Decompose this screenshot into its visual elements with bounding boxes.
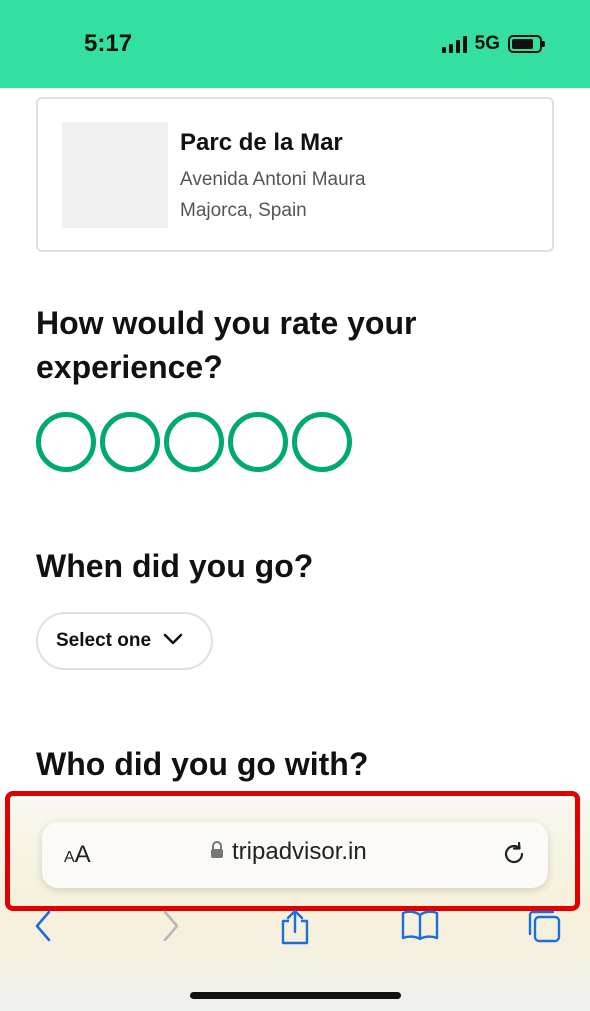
- back-icon[interactable]: [32, 908, 54, 949]
- place-thumbnail: [62, 122, 168, 228]
- rating-bubble-3[interactable]: [164, 412, 224, 472]
- status-bar: 5:17 5G: [0, 0, 590, 88]
- home-indicator: [190, 992, 401, 999]
- when-select-value: Select one: [56, 630, 152, 651]
- place-card[interactable]: Parc de la Mar Avenida Antoni Maura Majo…: [36, 97, 554, 252]
- battery-icon: [508, 35, 545, 53]
- rating-question: How would you rate your experience?: [36, 305, 417, 385]
- when-question: When did you go?: [36, 548, 314, 584]
- bookmarks-icon[interactable]: [400, 908, 440, 947]
- status-indicators: 5G: [441, 33, 545, 55]
- chevron-down-icon: [163, 632, 183, 650]
- highlight-box: [5, 791, 580, 911]
- rating-bubble-5[interactable]: [292, 412, 352, 472]
- signal-icon: [441, 35, 467, 53]
- who-question: Who did you go with?: [36, 746, 369, 782]
- tabs-icon[interactable]: [526, 908, 564, 949]
- place-address-line1: Avenida Antoni Maura: [180, 169, 366, 190]
- rating-bubbles: [36, 412, 352, 472]
- rating-bubble-2[interactable]: [100, 412, 160, 472]
- place-address-line2: Majorca, Spain: [180, 200, 307, 221]
- when-select-dropdown[interactable]: Select one: [36, 612, 213, 670]
- status-time: 5:17: [84, 30, 133, 57]
- rating-bubble-4[interactable]: [228, 412, 288, 472]
- share-icon[interactable]: [278, 908, 312, 951]
- place-name: Parc de la Mar: [180, 129, 343, 156]
- rating-bubble-1[interactable]: [36, 412, 96, 472]
- network-type: 5G: [474, 33, 500, 54]
- forward-icon[interactable]: [160, 908, 182, 949]
